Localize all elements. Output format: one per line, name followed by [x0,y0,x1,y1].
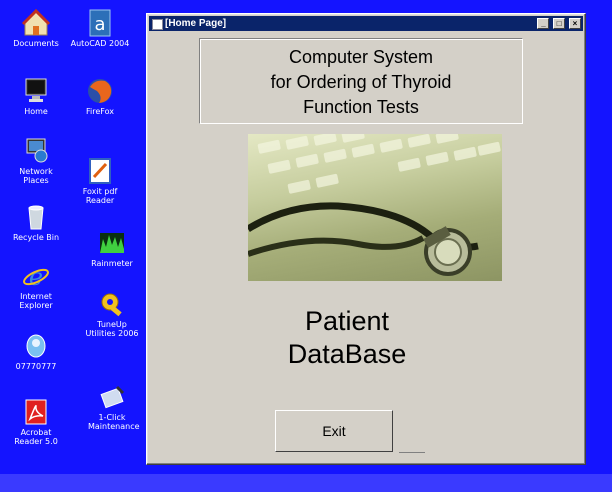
svg-text:a: a [94,14,105,35]
desktop-icon-label: Documents [13,39,59,48]
heading-panel: Computer System for Ordering of Thyroid … [199,38,523,124]
user-app-icon [21,332,51,360]
desktop-icon-label: TuneUp Utilities 2006 [85,320,139,338]
home-page-window: [Home Page] _ □ × Computer System for Or… [146,13,586,465]
desktop-icon-label: Foxit pdf Reader [82,187,118,205]
exit-button[interactable]: Exit [275,410,393,452]
exit-button-shadow-line [399,452,425,453]
desktop-icon-label: FireFox [86,107,114,116]
patient-database-label: Patient DataBase [247,305,447,371]
recycle-bin-icon [21,203,51,231]
page-heading: Computer System for Ordering of Thyroid … [200,45,522,120]
desktop-icon-acrobat[interactable]: Acrobat Reader 5.0 [0,398,72,446]
desktop-icon-07770777[interactable]: 07770777 [0,332,72,371]
desktop-icon-label: 1-Click Maintenance [88,413,140,431]
desktop-icon-label: AutoCAD 2004 [70,39,130,48]
desktop-icon-tuneup[interactable]: TuneUp Utilities 2006 [76,290,148,338]
desktop-icon-label: Home [24,107,48,116]
db-label-line-2: DataBase [287,339,407,369]
window-titlebar[interactable]: [Home Page] _ □ × [149,16,583,31]
desktop-icon-rainmeter[interactable]: Rainmeter [76,229,148,268]
app-window-icon [152,19,163,30]
desktop-icon-label: Recycle Bin [12,233,60,242]
heading-line-1: Computer System [288,47,434,67]
desktop-icon-documents[interactable]: Documents [0,8,72,48]
desktop-icon-label: Rainmeter [91,259,133,268]
desktop-icon-home[interactable]: Home [0,77,72,116]
desktop-icon-firefox[interactable]: FireFox [64,77,136,116]
desktop-icon-internet-explorer[interactable]: e Internet Explorer [0,262,72,310]
heading-line-3: Function Tests [303,97,419,117]
desktop-icon-label: Internet Explorer [19,292,53,310]
desktop-icon-label: 07770777 [15,362,57,371]
minimize-button[interactable]: _ [537,18,550,29]
maximize-button[interactable]: □ [553,18,566,29]
svg-text:e: e [29,263,43,290]
window-title: [Home Page] [165,18,227,29]
desktop-icon-label: Acrobat Reader 5.0 [14,428,58,446]
db-label-line-1: Patient [304,306,390,336]
autocad-icon: a [85,9,115,37]
stethoscope-keyboard-image [248,134,502,281]
desktop-icon-autocad[interactable]: a AutoCAD 2004 [64,9,136,48]
close-button[interactable]: × [569,18,581,29]
acrobat-reader-icon [21,398,51,426]
desktop-icon-recycle-bin[interactable]: Recycle Bin [0,203,72,242]
firefox-icon [85,77,115,105]
desktop-icon-1-click-maintenance[interactable]: 1-Click Maintenance [76,383,148,431]
computer-monitor-icon [21,77,51,105]
desktop-icon-label: Network Places [19,167,53,185]
taskbar-strip [0,474,612,492]
desktop-icon-foxit[interactable]: Foxit pdf Reader [64,157,136,205]
documents-folder-icon [21,8,51,37]
foxit-pdf-icon [85,157,115,185]
rainmeter-icon [97,229,127,257]
maintenance-icon [97,383,127,411]
tuneup-utilities-icon [97,290,127,318]
internet-explorer-icon: e [21,262,51,291]
network-places-icon [21,137,51,165]
heading-line-2: for Ordering of Thyroid [270,72,452,92]
desktop-icon-network-places[interactable]: Network Places [0,137,72,185]
